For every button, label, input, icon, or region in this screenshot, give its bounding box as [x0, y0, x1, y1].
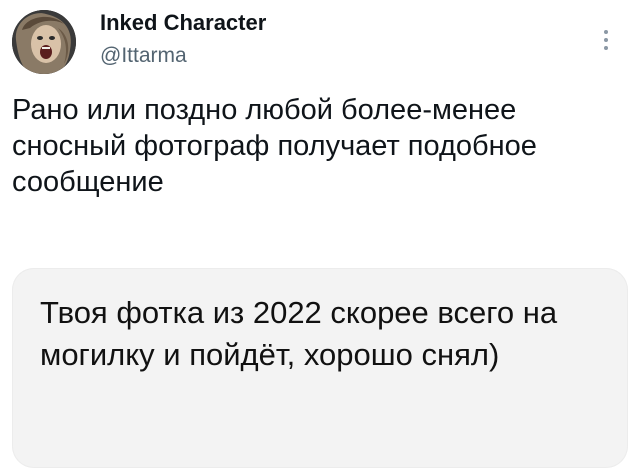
author-handle[interactable]: @Ittarma — [100, 44, 187, 68]
tweet: Inked Character @Ittarma Рано или поздно… — [0, 0, 640, 476]
person-screaming-avatar-icon — [12, 10, 76, 74]
attached-message-text: Твоя фотка из 2022 скорее всего на могил… — [40, 295, 558, 372]
more-options-button[interactable] — [596, 26, 616, 54]
tweet-text: Рано или поздно любой более-менее сносны… — [12, 94, 537, 198]
attached-message-card: Твоя фотка из 2022 скорее всего на могил… — [12, 268, 628, 468]
avatar[interactable] — [12, 10, 76, 74]
author-name[interactable]: Inked Character — [100, 10, 266, 36]
